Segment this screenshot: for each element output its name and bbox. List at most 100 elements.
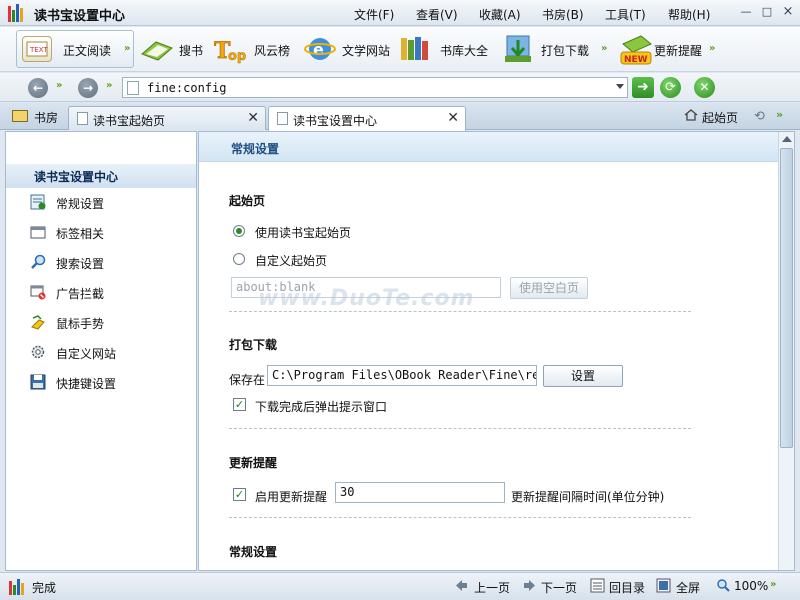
toolbar-literature-label: 文学网站 [342,44,391,58]
sidebar-item-label: 搜索设置 [56,257,105,271]
forward-arrow-icon[interactable]: → [78,78,98,98]
chevron-down-icon[interactable]: » [709,44,719,54]
menu-tools[interactable]: 工具(T) [605,6,646,23]
section-divider [229,428,691,429]
custom-startpage-radio[interactable] [233,253,245,265]
download-icon [503,34,539,64]
settings-content: 常规设置 起始页 使用读书宝起始页 自定义起始页 about:blank 使用空… [198,131,795,571]
back-arrow-icon[interactable]: ← [28,78,48,98]
toolbar-literature-sites-button[interactable]: e 文学网站 [303,31,395,67]
stop-icon[interactable]: ✕ [694,77,715,98]
save-location-label: 保存在 [229,373,266,387]
watermark-text: www.DuoTe.com [258,286,475,311]
chevron-down-icon[interactable]: » [770,579,776,590]
sidebar-item-label: 常规设置 [56,197,105,211]
sidebar-item-search[interactable]: 搜索设置 [30,252,190,274]
prev-page-icon [456,580,467,591]
section-divider [229,517,691,518]
menu-help[interactable]: 帮助(H) [668,6,710,23]
prev-page-button[interactable]: 上一页 [474,579,510,596]
toolbar-search-book-button[interactable]: 搜书 [140,31,210,67]
main-toolbar: TEXT 正文阅读 » 搜书 Top 风云榜 e 文学网站 书库大全 打包下载 … [0,27,800,72]
zoom-level[interactable]: 100% [734,579,768,593]
scroll-up-arrow-icon[interactable] [782,136,792,142]
general-settings-icon [30,194,46,210]
address-input[interactable]: fine:config [122,77,628,98]
sidebar-item-shortcuts[interactable]: 快捷键设置 [30,372,190,394]
ad-block-icon [30,285,46,300]
toolbar-pack-download-button[interactable]: 打包下载 » [503,31,613,67]
sidebar-header[interactable]: 读书宝设置中心 [6,164,196,188]
sidebar-item-tabs[interactable]: 标签相关 [30,222,190,244]
next-page-icon [524,580,535,591]
content-header: 常规设置 [199,132,779,162]
book-text-icon: TEXT [22,36,52,62]
svg-text:e: e [313,40,324,59]
sidebar-item-mouse-gesture[interactable]: 鼠标手势 [30,312,190,334]
sidebar-item-custom-sites[interactable]: 自定义网站 [30,342,190,364]
toc-button[interactable]: 回目录 [609,579,645,596]
popup-notify-checkbox[interactable]: ✓ [233,398,246,411]
close-icon[interactable]: ✕ [247,110,259,126]
toolbar-update-reminder-button[interactable]: NEW 更新提醒 » [619,31,723,67]
close-window-button[interactable]: × [780,5,796,19]
use-startpage-radio[interactable] [233,225,245,237]
next-page-button[interactable]: 下一页 [541,579,577,596]
sidebar-item-label: 鼠标手势 [56,317,105,331]
history-icon[interactable]: ⟲ [754,109,765,124]
close-icon[interactable]: ✕ [447,110,459,126]
download-section-title: 打包下载 [229,338,278,352]
tab-start-page-label: 读书宝起始页 [93,114,166,128]
page-icon [77,112,88,125]
content-header-title: 常规设置 [231,142,280,156]
address-text: fine:config [147,81,227,95]
fullscreen-button[interactable]: 全屏 [676,579,700,596]
settings-sidebar: 读书宝设置中心 常规设置 标签相关 搜索设置 广告拦截 鼠标手势 自定义网站 快… [5,131,197,571]
toolbar-reading-label: 正文阅读 [63,44,112,58]
tab-shelf[interactable]: 书房 [34,109,58,126]
custom-startpage-label: 自定义起始页 [255,254,328,268]
toolbar-library-button[interactable]: 书库大全 [399,31,493,67]
scroll-thumb[interactable] [780,148,793,448]
sidebar-item-ad-block[interactable]: 广告拦截 [30,282,190,304]
update-interval-field[interactable]: 30 [335,482,505,503]
toolbar-reading-button[interactable]: TEXT 正文阅读 » [20,31,138,67]
chevron-down-icon[interactable]: » [56,81,66,91]
menu-view[interactable]: 查看(V) [416,6,458,23]
toolbar-ranking-button[interactable]: Top 风云榜 [214,31,298,67]
startpage-section-title: 起始页 [229,194,266,208]
maximize-button[interactable]: □ [759,5,775,19]
toolbar-ranking-label: 风云榜 [254,44,291,58]
vertical-scrollbar[interactable] [778,132,794,570]
floppy-disk-icon [30,374,46,390]
search-icon [31,254,46,269]
sidebar-header-label: 读书宝设置中心 [34,170,119,184]
sidebar-item-label: 标签相关 [56,227,105,241]
minimize-button[interactable]: — [738,5,754,19]
mouse-gesture-icon [31,315,45,330]
menu-favorites[interactable]: 收藏(A) [479,6,521,23]
home-icon [684,109,698,121]
status-text: 完成 [32,581,57,595]
dropdown-arrow-icon[interactable] [616,84,624,89]
enable-update-checkbox[interactable]: ✓ [233,488,246,501]
menu-file[interactable]: 文件(F) [354,6,394,23]
fullscreen-icon [656,578,671,593]
tab-settings-center[interactable]: 读书宝设置中心 ✕ [268,106,466,131]
book-shelf-icon [12,110,28,122]
refresh-icon[interactable]: ⟳ [660,77,681,98]
chevron-down-icon[interactable]: » [601,44,611,54]
home-page-link[interactable]: 起始页 [702,109,738,126]
save-path-field[interactable]: C:\Program Files\OBook Reader\Fine\rea [267,365,537,386]
chevron-down-icon[interactable]: » [106,81,116,91]
menu-study[interactable]: 书房(B) [542,6,584,23]
tab-start-page[interactable]: 读书宝起始页 ✕ [68,106,266,130]
new-update-icon: NEW [619,34,655,65]
sidebar-item-general[interactable]: 常规设置 [30,192,190,214]
path-settings-button[interactable]: 设置 [543,365,623,387]
use-blank-page-button[interactable]: 使用空白页 [510,277,588,299]
svg-text:TEXT: TEXT [29,46,48,54]
chevron-down-icon[interactable]: » [776,108,783,121]
chevron-down-icon[interactable]: » [124,44,134,54]
go-button[interactable]: ➜ [632,77,654,98]
